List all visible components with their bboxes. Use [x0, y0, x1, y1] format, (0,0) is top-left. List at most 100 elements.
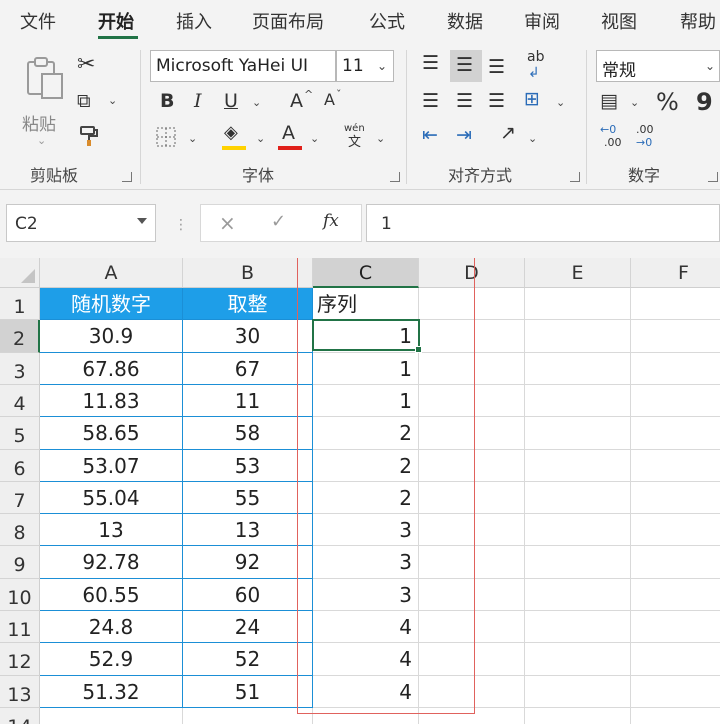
font-name-combo[interactable]: Microsoft YaHei UI	[150, 50, 336, 82]
font-color-dropdown-icon[interactable]: ⌄	[310, 132, 319, 145]
cell-f13[interactable]	[631, 676, 720, 708]
cell-a6[interactable]: 53.07	[40, 450, 183, 482]
currency-dropdown-icon[interactable]: ⌄	[630, 96, 639, 109]
merge-dropdown-icon[interactable]: ⌄	[556, 96, 565, 109]
underline-button[interactable]: U	[224, 92, 238, 111]
font-size-combo[interactable]: 11 ⌄	[336, 50, 394, 82]
number-dialog-launcher-icon[interactable]	[708, 172, 718, 182]
row-header-11[interactable]: 11	[0, 611, 40, 643]
cell-f14[interactable]	[631, 708, 720, 724]
insert-function-icon[interactable]: fx	[323, 213, 339, 230]
align-middle-icon[interactable]: ☰	[456, 56, 473, 75]
tab-data[interactable]: 数据	[447, 8, 483, 34]
cell-e5[interactable]	[525, 417, 631, 450]
row-header-12[interactable]: 12	[0, 643, 40, 676]
cell-a12[interactable]: 52.9	[40, 643, 183, 676]
cell-f3[interactable]	[631, 353, 720, 385]
tab-insert[interactable]: 插入	[176, 8, 212, 34]
cell-a5[interactable]: 58.65	[40, 417, 183, 450]
percent-style-button[interactable]: %	[656, 90, 679, 114]
cell-b6[interactable]: 53	[183, 450, 313, 482]
copy-dropdown-icon[interactable]: ⌄	[108, 94, 117, 107]
cell-e2[interactable]	[525, 320, 631, 353]
cell-b5[interactable]: 58	[183, 417, 313, 450]
number-format-combo[interactable]: 常规 ⌄	[596, 50, 720, 82]
cell-e3[interactable]	[525, 353, 631, 385]
cell-f12[interactable]	[631, 643, 720, 676]
phonetic-guide-top[interactable]: wén	[344, 124, 365, 134]
borders-icon[interactable]	[155, 126, 177, 148]
tab-home[interactable]: 开始	[98, 8, 134, 34]
italic-button[interactable]: I	[194, 92, 202, 111]
name-box[interactable]: C2	[6, 204, 156, 242]
cell-b12[interactable]: 52	[183, 643, 313, 676]
row-header-1[interactable]: 1	[0, 288, 40, 320]
orientation-dropdown-icon[interactable]: ⌄	[528, 132, 537, 145]
format-painter-icon[interactable]	[78, 124, 102, 148]
font-color-button[interactable]: A	[282, 124, 295, 143]
alignment-dialog-launcher-icon[interactable]	[570, 172, 580, 182]
row-header-10[interactable]: 10	[0, 579, 40, 611]
header-cell-b[interactable]: 取整	[183, 288, 313, 320]
row-header-3[interactable]: 3	[0, 353, 40, 385]
cell-f10[interactable]	[631, 579, 720, 611]
bold-button[interactable]: B	[160, 92, 174, 111]
cell-b3[interactable]: 67	[183, 353, 313, 385]
cell-a13[interactable]: 51.32	[40, 676, 183, 708]
column-header-e[interactable]: E	[525, 258, 631, 288]
cell-e10[interactable]	[525, 579, 631, 611]
cell-b4[interactable]: 11	[183, 385, 313, 417]
row-header-14[interactable]: 14	[0, 708, 40, 724]
cell-e9[interactable]	[525, 546, 631, 579]
cell-e14[interactable]	[525, 708, 631, 724]
clipboard-dialog-launcher-icon[interactable]	[122, 172, 132, 182]
row-header-4[interactable]: 4	[0, 385, 40, 417]
cell-b13[interactable]: 51	[183, 676, 313, 708]
borders-dropdown-icon[interactable]: ⌄	[188, 132, 197, 145]
row-header-6[interactable]: 6	[0, 450, 40, 482]
fill-handle[interactable]	[415, 346, 422, 353]
cell-a14[interactable]	[40, 708, 183, 724]
cell-b2[interactable]: 30	[183, 320, 313, 353]
copy-icon[interactable]: ⧉	[77, 92, 91, 111]
cell-b11[interactable]: 24	[183, 611, 313, 643]
cell-a10[interactable]: 60.55	[40, 579, 183, 611]
align-bottom-icon[interactable]: ☰	[488, 58, 505, 77]
select-all-corner[interactable]	[0, 258, 40, 288]
worksheet-grid[interactable]: A B C D E F 1234567891011121314 随机数字取整序列…	[0, 258, 720, 724]
fill-color-bucket-icon[interactable]: ◈	[224, 124, 238, 142]
column-header-a[interactable]: A	[40, 258, 183, 288]
cell-f6[interactable]	[631, 450, 720, 482]
cell-f4[interactable]	[631, 385, 720, 417]
paste-button[interactable]: 粘贴 ⌄	[20, 54, 68, 150]
cell-a11[interactable]: 24.8	[40, 611, 183, 643]
column-header-b[interactable]: B	[183, 258, 313, 288]
merge-center-icon[interactable]: ⊞	[524, 90, 540, 109]
underline-dropdown-icon[interactable]: ⌄	[252, 96, 261, 109]
tab-help[interactable]: 帮助	[680, 8, 716, 34]
align-top-icon[interactable]: ☰	[422, 54, 439, 73]
row-header-7[interactable]: 7	[0, 482, 40, 514]
cell-e12[interactable]	[525, 643, 631, 676]
phonetic-guide-bottom[interactable]: 文	[348, 136, 361, 149]
cell-f5[interactable]	[631, 417, 720, 450]
cell-e1[interactable]	[525, 288, 631, 320]
cell-a9[interactable]: 92.78	[40, 546, 183, 579]
name-box-dropdown-icon[interactable]	[137, 218, 147, 224]
tab-file[interactable]: 文件	[20, 8, 56, 34]
increase-decimal-bottom[interactable]: .00	[604, 137, 622, 148]
orientation-icon[interactable]: ↗	[500, 124, 516, 143]
cell-e8[interactable]	[525, 514, 631, 546]
confirm-entry-icon[interactable]: ✓	[271, 213, 286, 231]
increase-indent-icon[interactable]: ⇥	[456, 126, 472, 145]
cell-f9[interactable]	[631, 546, 720, 579]
cut-scissors-icon[interactable]: ✂	[77, 54, 95, 76]
cell-a4[interactable]: 11.83	[40, 385, 183, 417]
cell-e4[interactable]	[525, 385, 631, 417]
cancel-entry-icon[interactable]: ×	[219, 213, 236, 233]
cell-a7[interactable]: 55.04	[40, 482, 183, 514]
align-center-icon[interactable]: ☰	[456, 92, 473, 111]
wrap-text-button[interactable]: ab	[527, 50, 544, 64]
align-left-icon[interactable]: ☰	[422, 92, 439, 111]
decrease-decimal-top[interactable]: .00	[636, 124, 654, 135]
